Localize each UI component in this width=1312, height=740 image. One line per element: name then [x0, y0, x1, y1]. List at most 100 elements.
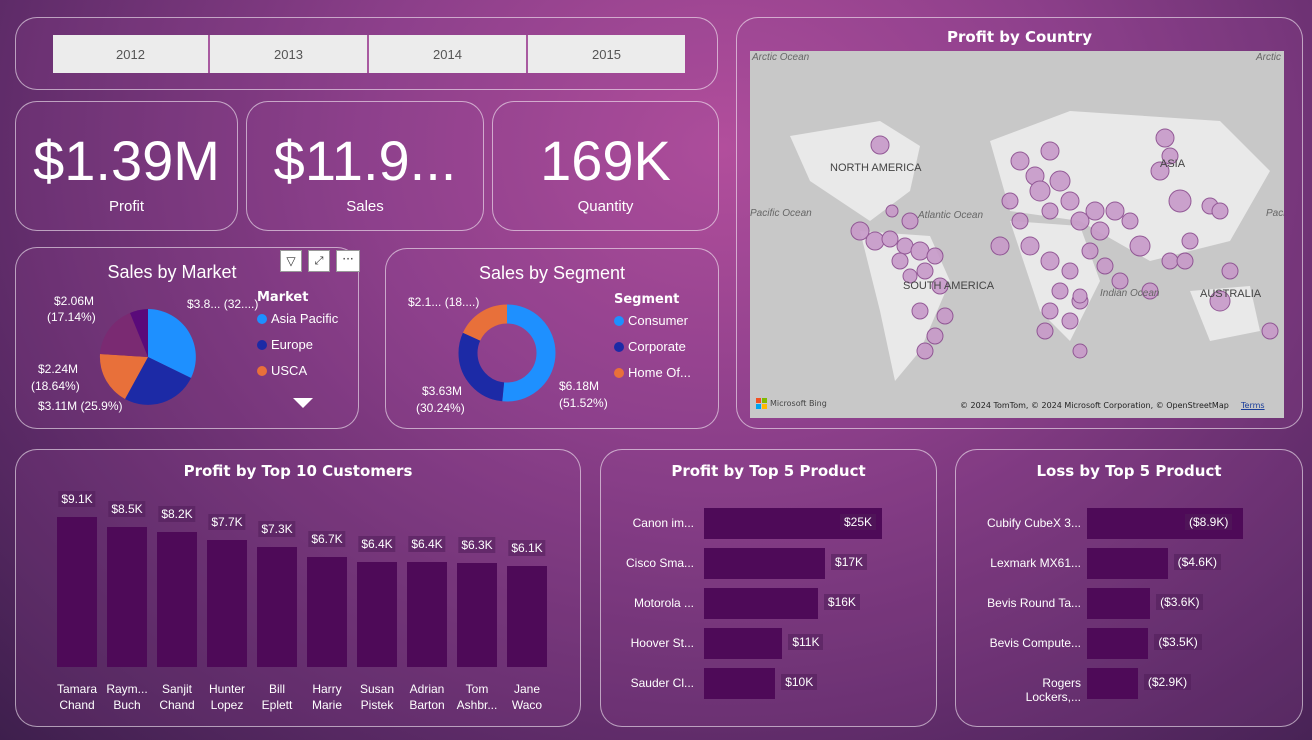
kpi-quantity-value: 169K	[540, 129, 671, 192]
customer-name-line2: Marie	[311, 698, 342, 712]
loss-bar[interactable]	[1087, 548, 1168, 579]
legend-dot	[257, 339, 267, 350]
loss-product-name: Lexmark MX61...	[990, 556, 1081, 570]
bing-label: Microsoft Bing	[770, 399, 827, 408]
world-map[interactable]: Arctic Ocean Arctic NORTH AMERICA Pacifi…	[750, 51, 1284, 418]
customer-name-line1: Tom	[465, 682, 489, 696]
customer-name-line1: Adrian	[409, 682, 445, 696]
market-label-usca-b: (18.64%)	[31, 379, 80, 393]
customer-bar-value: $6.7K	[308, 530, 346, 547]
customer-name-line1: Bill	[268, 682, 285, 696]
map-terms-link[interactable]: Terms	[1241, 401, 1265, 410]
customer-bar-value: $6.4K	[408, 535, 446, 552]
customer-name-line2: Chand	[59, 698, 95, 712]
map-label-pacific-2: Pacifi	[1266, 208, 1284, 219]
loss-product-name: Cubify CubeX 3...	[986, 516, 1081, 530]
map-label-asia: ASIA	[1160, 158, 1186, 170]
legend-dot	[614, 315, 624, 326]
market-label-other-a: $2.06M	[54, 294, 95, 308]
customer-name-line1: Susan	[359, 682, 395, 696]
map-land	[790, 111, 1279, 381]
loss-bar-chart[interactable]: Cubify CubeX 3... ($8.9K) Lexmark MX61... (…	[956, 450, 1304, 728]
product-bar-value: $10K	[781, 674, 818, 690]
legend-scroll-down-icon[interactable]	[293, 398, 313, 408]
map-copyright: © 2024 TomTom, © 2024 Microsoft Corporat…	[960, 401, 1229, 410]
customer-bar[interactable]	[257, 546, 297, 667]
loss-bar[interactable]	[1087, 588, 1151, 619]
legend-item-usca[interactable]: USCA	[257, 363, 307, 378]
market-label-asia: $3.8... (32....)	[187, 297, 259, 311]
customer-name-line1: Tamara	[56, 682, 97, 696]
customer-bar[interactable]	[107, 526, 147, 667]
map-label-arctic: Arctic Ocean	[752, 52, 810, 63]
kpi-sales-label: Sales	[346, 198, 384, 215]
map-label-indian: Indian Ocean	[1100, 288, 1160, 299]
customer-name-line2: Lopez	[210, 698, 244, 712]
loss-bar-value: ($4.6K)	[1173, 554, 1221, 570]
customer-bar[interactable]	[457, 563, 497, 667]
kpi-profit-label: Profit	[108, 198, 144, 215]
segment-donut-chart[interactable]	[452, 298, 562, 408]
loss-bar-value: ($3.5K)	[1154, 634, 1202, 650]
map-label-pacific: Pacific Ocean	[750, 208, 812, 219]
loss-bar[interactable]	[1087, 628, 1149, 659]
legend-dot	[614, 367, 624, 378]
market-legend-title: Market	[257, 290, 309, 305]
legend-item-consumer[interactable]: Consumer	[614, 313, 688, 328]
legend-label: Corporate	[628, 339, 686, 354]
product-bar[interactable]	[704, 668, 776, 699]
focus-mode-icon[interactable]: ⤢	[308, 250, 330, 272]
sales-by-market-card[interactable]: Sales by Market ▽ ⤢ ··· $3.8... (32....)…	[15, 247, 360, 429]
customer-bar[interactable]	[357, 561, 397, 667]
sales-by-segment-card[interactable]: Sales by Segment $2.1... (18....) $3.63M…	[385, 248, 719, 429]
market-label-europe: $3.11M (25.9%)	[38, 399, 123, 413]
sales-by-segment-title: Sales by Segment	[478, 263, 626, 283]
legend-item-home-office[interactable]: Home Of...	[614, 365, 691, 380]
segment-label-cons-b: (51.52%)	[559, 396, 608, 410]
customer-bar-value: $6.3K	[458, 537, 496, 554]
year-button-2015[interactable]: 2015	[528, 35, 685, 73]
customer-bar-value: $8.2K	[158, 505, 196, 522]
legend-item-asia-pacific[interactable]: Asia Pacific	[257, 311, 338, 326]
product-name: Motorola ...	[633, 596, 694, 610]
year-button-2014[interactable]: 2014	[369, 35, 528, 73]
kpi-sales-value: $11.9...	[273, 129, 457, 192]
profit-by-country-card: Profit by Country Arctic Ocean Arctic NO…	[736, 17, 1303, 429]
customer-bar-chart[interactable]: $9.1K Tamara Chand $8.5K Raym... Buch $8.2K San…	[16, 450, 582, 728]
legend-dot	[614, 341, 624, 352]
legend-item-europe[interactable]: Europe	[257, 337, 313, 352]
loss-product-name: Bevis Compute...	[989, 636, 1081, 650]
customer-name-line2: Eplett	[261, 698, 293, 712]
customer-bar[interactable]	[207, 540, 247, 667]
year-button-2013[interactable]: 2013	[210, 35, 369, 73]
loss-bar[interactable]	[1087, 668, 1138, 699]
year-button-2012[interactable]: 2012	[53, 35, 210, 73]
filter-icon[interactable]: ▽	[280, 250, 302, 272]
customer-name-line2: Ashbr...	[456, 698, 498, 712]
segment-label-home: $2.1... (18....)	[408, 295, 480, 309]
product-bar[interactable]	[704, 548, 826, 579]
product-bar[interactable]	[704, 628, 783, 659]
legend-item-corporate[interactable]: Corporate	[614, 339, 686, 354]
product-bar[interactable]	[704, 588, 818, 619]
legend-label: Consumer	[628, 313, 688, 328]
legend-label: USCA	[271, 363, 308, 378]
loss-bar-value: ($3.6K)	[1156, 594, 1204, 610]
product-name: Sauder Cl...	[630, 676, 694, 690]
market-label-other-b: (17.14%)	[47, 310, 96, 324]
customer-bar[interactable]	[57, 517, 97, 667]
segment-legend-title: Segment	[614, 292, 680, 307]
market-pie-chart[interactable]	[93, 302, 203, 412]
kpi-profit-value: $1.39M	[33, 129, 220, 192]
customer-bar[interactable]	[407, 561, 447, 667]
customer-bar[interactable]	[157, 531, 197, 667]
map-label-south-america: SOUTH AMERICA	[903, 280, 995, 292]
more-options-icon[interactable]: ···	[336, 250, 360, 272]
customer-bar[interactable]	[307, 556, 347, 667]
customer-bar-value: $7.7K	[208, 514, 246, 531]
customer-bar[interactable]	[507, 566, 547, 667]
customer-name-line2: Pistek	[360, 698, 394, 712]
customer-name-line1: Harry	[312, 682, 342, 696]
legend-label: Asia Pacific	[271, 311, 339, 326]
product-bar-chart[interactable]: Canon im... $25K Cisco Sma... $17K Motorola …	[601, 450, 938, 728]
